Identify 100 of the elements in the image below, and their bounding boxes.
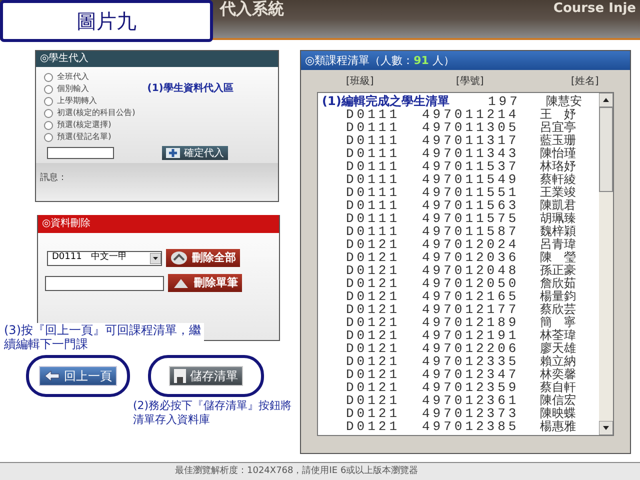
radio-option[interactable]: 全班代入 [44,71,136,83]
student-name: 魏梓穎 [539,225,576,238]
class-code: D0121 [345,264,402,277]
circle-icon [170,251,188,265]
student-id: 497012206 [421,342,520,355]
text-field[interactable] [45,276,164,290]
student-id: 497011537 [421,160,520,173]
delete-all-button[interactable]: 刪除全部 [166,249,240,267]
class-code: D0121 [345,277,402,290]
scrollbar[interactable] [599,93,613,435]
back-button[interactable]: 回上一頁 [39,366,117,386]
class-code: D0121 [345,420,402,433]
dropdown-arrow-icon [150,252,161,264]
class-code: D0121 [345,251,402,264]
class-code: D0121 [345,394,402,407]
text-field[interactable] [47,147,114,159]
student-id: 197 [488,95,522,108]
student-id: 497012036 [421,251,520,264]
student-id: 497012361 [421,394,520,407]
student-name: 賴立納 [539,355,576,368]
radio-option[interactable]: 個別輸入 [44,83,136,95]
student-name: 胡珮臻 [539,212,576,225]
student-id: 497012048 [421,264,520,277]
radio-button[interactable] [44,96,53,106]
save-annotation: (2)務必按下『儲存清單』按鈕將清單存入資料庫 [133,399,293,427]
radio-option[interactable]: 預選(登記名單) [44,131,136,143]
student-name: 陳信宏 [539,394,576,407]
radio-button[interactable] [44,72,53,82]
class-code: D0121 [345,381,402,394]
student-id: 497012359 [421,381,520,394]
confirm-button[interactable]: 確定代入 [162,146,228,160]
class-code: D0121 [345,316,402,329]
student-name: 陳映蝶 [539,407,576,420]
student-id: 497011317 [421,134,520,147]
radio-option[interactable]: 初選(核定的科目公告) [44,107,136,119]
class-code: D0111 [345,134,402,147]
scroll-down-icon[interactable] [599,421,613,435]
student-id: 497012177 [421,303,520,316]
student-name: 陳 瑩 [539,251,576,264]
panel-title: ◎類課程清單（人數：91 人） [301,51,630,70]
class-code: D0121 [345,342,402,355]
student-id: 497011549 [421,173,520,186]
student-id: 497011563 [421,199,520,212]
student-name: 蔡自軒 [539,381,576,394]
class-code: D0111 [345,225,402,238]
student-id: 497012189 [421,316,520,329]
radio-option[interactable]: 預選(核定選擇) [44,119,136,131]
scroll-up-icon[interactable] [599,93,613,107]
student-id: 497011214 [421,108,520,121]
class-code: D0111 [345,199,402,212]
plus-icon [166,148,180,158]
class-code: D0121 [345,290,402,303]
student-id: 497012373 [421,407,520,420]
back-annotation: (3)按『回上一頁』可回課程清單，繼續編輯下一門課 [4,323,204,351]
column-header: [姓名] [571,74,599,88]
student-name: 楊量鈞 [539,290,576,303]
column-header: [班級] [346,74,375,88]
student-name: 陳怡瑾 [539,147,576,160]
panel-annotation: (1)學生資料代入區 [146,82,234,96]
student-name: 林珞妤 [539,160,576,173]
student-name: 林奕馨 [539,368,576,381]
save-button[interactable]: 儲存清單 [169,366,243,386]
student-id: 497011551 [421,186,520,199]
student-name: 廖天雄 [539,342,576,355]
student-id: 497011575 [421,212,520,225]
student-name: 孫正豪 [539,264,576,277]
student-id: 497011587 [421,225,520,238]
class-code: D0111 [345,147,402,160]
student-id: 497011343 [421,147,520,160]
class-code: D0111 [345,160,402,173]
student-id: 497012050 [421,277,520,290]
student-name: 林荃瑋 [539,329,576,342]
column-header: [學號] [456,74,485,88]
student-name: 詹欣茹 [539,277,576,290]
panel-title: ◎學生代入 [36,51,278,67]
site-title: 代入系統 [220,0,284,18]
class-code: D0111 [345,108,402,121]
student-name: 簡 寧 [539,316,576,329]
class-code: D0121 [345,329,402,342]
radio-button[interactable] [44,84,53,94]
student-id: 497012385 [421,420,520,433]
class-code: D0111 [345,173,402,186]
class-select[interactable]: D0111 中文一甲 [47,250,162,266]
caret-up-icon [172,277,190,289]
student-name: 楊惠雅 [539,420,576,433]
student-name: 王 妤 [539,108,576,121]
radio-button[interactable] [44,120,53,130]
student-name: 呂宜亭 [539,121,576,134]
delete-one-button[interactable]: 刪除單筆 [168,274,242,292]
class-code: D0121 [345,407,402,420]
footer-text: 最佳瀏覽解析度：1024X768，請使用IE 6或以上版本瀏覽器 [175,464,418,478]
radio-option[interactable]: 上學期轉入 [44,95,136,107]
class-code: D0111 [345,212,402,225]
student-id: 497012191 [421,329,520,342]
arrow-left-icon [44,370,60,382]
radio-button[interactable] [44,132,53,142]
caption-label: 圖片九 [0,0,213,42]
class-code: D0121 [345,303,402,316]
student-id: 497012335 [421,355,520,368]
radio-button[interactable] [44,108,53,118]
